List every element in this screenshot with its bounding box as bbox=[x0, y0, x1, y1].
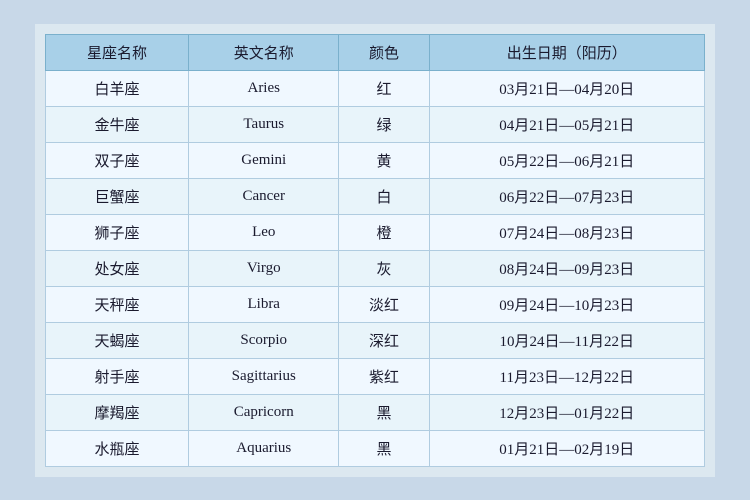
table-row: 处女座Virgo灰08月24日—09月23日 bbox=[46, 250, 705, 286]
zodiac-table: 星座名称 英文名称 颜色 出生日期（阳历） 白羊座Aries红03月21日—04… bbox=[45, 34, 705, 467]
table-row: 水瓶座Aquarius黑01月21日—02月19日 bbox=[46, 430, 705, 466]
header-chinese-name: 星座名称 bbox=[46, 34, 189, 70]
table-header-row: 星座名称 英文名称 颜色 出生日期（阳历） bbox=[46, 34, 705, 70]
cell-color: 黑 bbox=[339, 430, 429, 466]
cell-english-name: Taurus bbox=[189, 106, 339, 142]
cell-chinese-name: 狮子座 bbox=[46, 214, 189, 250]
cell-date: 05月22日—06月21日 bbox=[429, 142, 705, 178]
cell-color: 红 bbox=[339, 70, 429, 106]
table-row: 狮子座Leo橙07月24日—08月23日 bbox=[46, 214, 705, 250]
cell-chinese-name: 水瓶座 bbox=[46, 430, 189, 466]
cell-date: 11月23日—12月22日 bbox=[429, 358, 705, 394]
table-row: 天蝎座Scorpio深红10月24日—11月22日 bbox=[46, 322, 705, 358]
table-row: 射手座Sagittarius紫红11月23日—12月22日 bbox=[46, 358, 705, 394]
header-date: 出生日期（阳历） bbox=[429, 34, 705, 70]
table-row: 金牛座Taurus绿04月21日—05月21日 bbox=[46, 106, 705, 142]
cell-chinese-name: 处女座 bbox=[46, 250, 189, 286]
header-color: 颜色 bbox=[339, 34, 429, 70]
cell-date: 03月21日—04月20日 bbox=[429, 70, 705, 106]
cell-english-name: Virgo bbox=[189, 250, 339, 286]
table-row: 摩羯座Capricorn黑12月23日—01月22日 bbox=[46, 394, 705, 430]
cell-chinese-name: 天秤座 bbox=[46, 286, 189, 322]
cell-english-name: Libra bbox=[189, 286, 339, 322]
cell-color: 淡红 bbox=[339, 286, 429, 322]
cell-date: 10月24日—11月22日 bbox=[429, 322, 705, 358]
cell-date: 09月24日—10月23日 bbox=[429, 286, 705, 322]
cell-chinese-name: 巨蟹座 bbox=[46, 178, 189, 214]
cell-date: 12月23日—01月22日 bbox=[429, 394, 705, 430]
cell-date: 06月22日—07月23日 bbox=[429, 178, 705, 214]
cell-color: 黄 bbox=[339, 142, 429, 178]
table-row: 双子座Gemini黄05月22日—06月21日 bbox=[46, 142, 705, 178]
cell-chinese-name: 射手座 bbox=[46, 358, 189, 394]
table-row: 白羊座Aries红03月21日—04月20日 bbox=[46, 70, 705, 106]
zodiac-table-container: 星座名称 英文名称 颜色 出生日期（阳历） 白羊座Aries红03月21日—04… bbox=[35, 24, 715, 477]
cell-english-name: Aries bbox=[189, 70, 339, 106]
cell-chinese-name: 摩羯座 bbox=[46, 394, 189, 430]
cell-english-name: Leo bbox=[189, 214, 339, 250]
cell-color: 绿 bbox=[339, 106, 429, 142]
table-row: 天秤座Libra淡红09月24日—10月23日 bbox=[46, 286, 705, 322]
cell-english-name: Sagittarius bbox=[189, 358, 339, 394]
cell-english-name: Cancer bbox=[189, 178, 339, 214]
header-english-name: 英文名称 bbox=[189, 34, 339, 70]
cell-date: 01月21日—02月19日 bbox=[429, 430, 705, 466]
cell-date: 04月21日—05月21日 bbox=[429, 106, 705, 142]
cell-date: 07月24日—08月23日 bbox=[429, 214, 705, 250]
cell-color: 白 bbox=[339, 178, 429, 214]
cell-color: 深红 bbox=[339, 322, 429, 358]
cell-color: 紫红 bbox=[339, 358, 429, 394]
cell-date: 08月24日—09月23日 bbox=[429, 250, 705, 286]
cell-chinese-name: 白羊座 bbox=[46, 70, 189, 106]
cell-color: 橙 bbox=[339, 214, 429, 250]
cell-chinese-name: 双子座 bbox=[46, 142, 189, 178]
table-row: 巨蟹座Cancer白06月22日—07月23日 bbox=[46, 178, 705, 214]
cell-chinese-name: 金牛座 bbox=[46, 106, 189, 142]
cell-english-name: Capricorn bbox=[189, 394, 339, 430]
cell-english-name: Scorpio bbox=[189, 322, 339, 358]
cell-chinese-name: 天蝎座 bbox=[46, 322, 189, 358]
table-body: 白羊座Aries红03月21日—04月20日金牛座Taurus绿04月21日—0… bbox=[46, 70, 705, 466]
cell-english-name: Gemini bbox=[189, 142, 339, 178]
cell-color: 灰 bbox=[339, 250, 429, 286]
cell-color: 黑 bbox=[339, 394, 429, 430]
cell-english-name: Aquarius bbox=[189, 430, 339, 466]
